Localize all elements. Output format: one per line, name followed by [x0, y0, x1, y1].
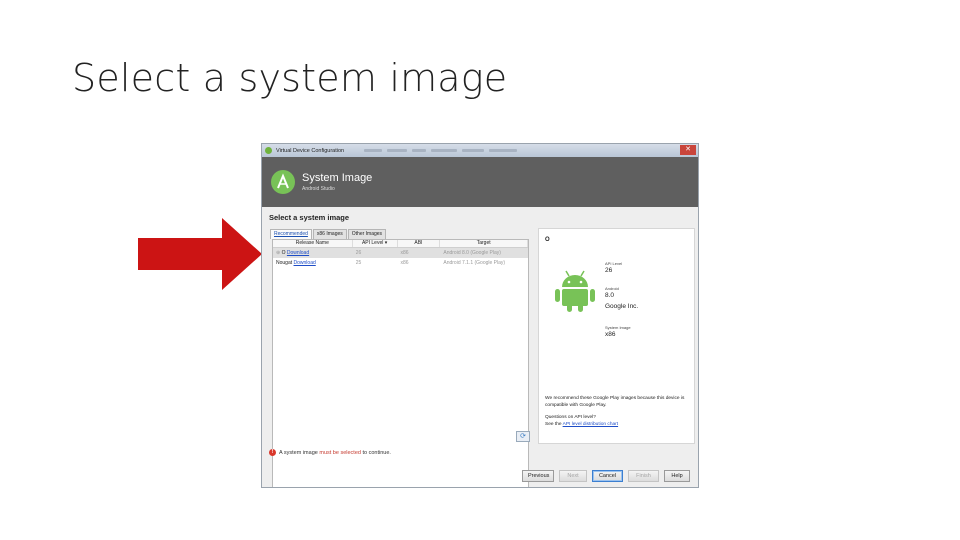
recommendation-text: We recommend these Google Play images be…: [545, 396, 685, 408]
section-title: Select a system image: [269, 213, 350, 222]
column-release-name[interactable]: Release Name: [273, 240, 353, 247]
android-label: Android: [605, 286, 619, 291]
tab-recommended[interactable]: Recommended: [270, 229, 312, 239]
image-detail-panel: O API Level 26 Android 8.0 Google Inc. S…: [538, 228, 695, 444]
validation-message: ! A system image must be selected to con…: [269, 449, 391, 456]
error-text-c: to continue.: [362, 449, 391, 456]
see-the-text: See the: [545, 421, 562, 427]
close-icon[interactable]: ✕: [680, 145, 696, 155]
download-link[interactable]: Download: [294, 260, 316, 266]
header-subtitle: Android Studio: [302, 186, 335, 192]
abi-cell: x86: [400, 250, 409, 256]
tab-other-images[interactable]: Other Images: [347, 229, 387, 239]
recommendation-note: We recommend these Google Play images be…: [545, 396, 690, 428]
detail-release-name: O: [545, 237, 550, 243]
api-level-field: API Level 26: [605, 261, 622, 274]
api-level-value: 26: [605, 267, 613, 274]
next-button[interactable]: Next: [559, 470, 587, 482]
refresh-icon[interactable]: ⟳: [516, 431, 530, 442]
api-level-cell: 25: [355, 260, 362, 266]
image-tabs: Recommended x86 Images Other Images: [270, 229, 387, 239]
error-text-b: must be selected: [319, 449, 361, 456]
target-cell: Android 7.1.1 (Google Play): [443, 260, 506, 266]
column-target[interactable]: Target: [440, 240, 528, 247]
cancel-button[interactable]: Cancel: [592, 470, 623, 482]
download-link[interactable]: Download: [287, 250, 309, 256]
window-titlebar: Virtual Device Configuration ✕: [262, 144, 698, 157]
slide-title: Select a system image: [72, 56, 508, 100]
red-arrow-icon: [138, 218, 262, 290]
api-distribution-link[interactable]: API level distribution chart: [563, 422, 618, 427]
target-cell: Android 8.0 (Google Play): [443, 250, 501, 256]
release-name: O: [281, 250, 286, 256]
android-app-icon: [265, 147, 272, 154]
header-title: System Image: [302, 172, 373, 184]
android-version-value: 8.0: [605, 292, 615, 299]
abi-cell: x86: [400, 260, 409, 266]
previous-button[interactable]: Previous: [522, 470, 554, 482]
column-abi[interactable]: ABI: [398, 240, 441, 247]
system-image-label: System Image: [605, 325, 631, 330]
wizard-buttons: Previous Next Cancel Finish Help: [522, 470, 690, 482]
api-level-label: API Level: [605, 261, 623, 266]
table-row[interactable]: Nougat Download 25 x86 Android 7.1.1 (Go…: [273, 258, 528, 268]
tab-x86-images[interactable]: x86 Images: [312, 229, 347, 239]
wizard-header: System Image Android Studio: [262, 157, 698, 207]
android-version-field: Android 8.0 Google Inc.: [605, 286, 638, 310]
api-level-cell: 26: [355, 250, 362, 256]
background-tabs: [364, 149, 518, 152]
android-studio-logo-icon: [271, 170, 295, 194]
error-text-a: A system image: [279, 449, 318, 456]
system-image-value: x86: [605, 331, 616, 338]
row-marker: ⊕: [276, 250, 281, 256]
table-header: Release Name API Level ▾ ABI Target: [273, 240, 528, 248]
device-config-window: Virtual Device Configuration ✕ System Im…: [261, 143, 699, 488]
android-robot-icon: [555, 270, 595, 312]
help-button[interactable]: Help: [664, 470, 690, 482]
release-name: Nougat: [276, 260, 293, 266]
error-icon: !: [269, 449, 276, 456]
table-row[interactable]: ⊕ O Download 26 x86 Android 8.0 (Google …: [273, 248, 528, 258]
finish-button[interactable]: Finish: [628, 470, 659, 482]
window-title: Virtual Device Configuration: [276, 147, 345, 154]
vendor-value: Google Inc.: [605, 303, 639, 310]
column-api-level[interactable]: API Level ▾: [353, 240, 398, 247]
system-image-field: System Image x86: [605, 325, 631, 338]
